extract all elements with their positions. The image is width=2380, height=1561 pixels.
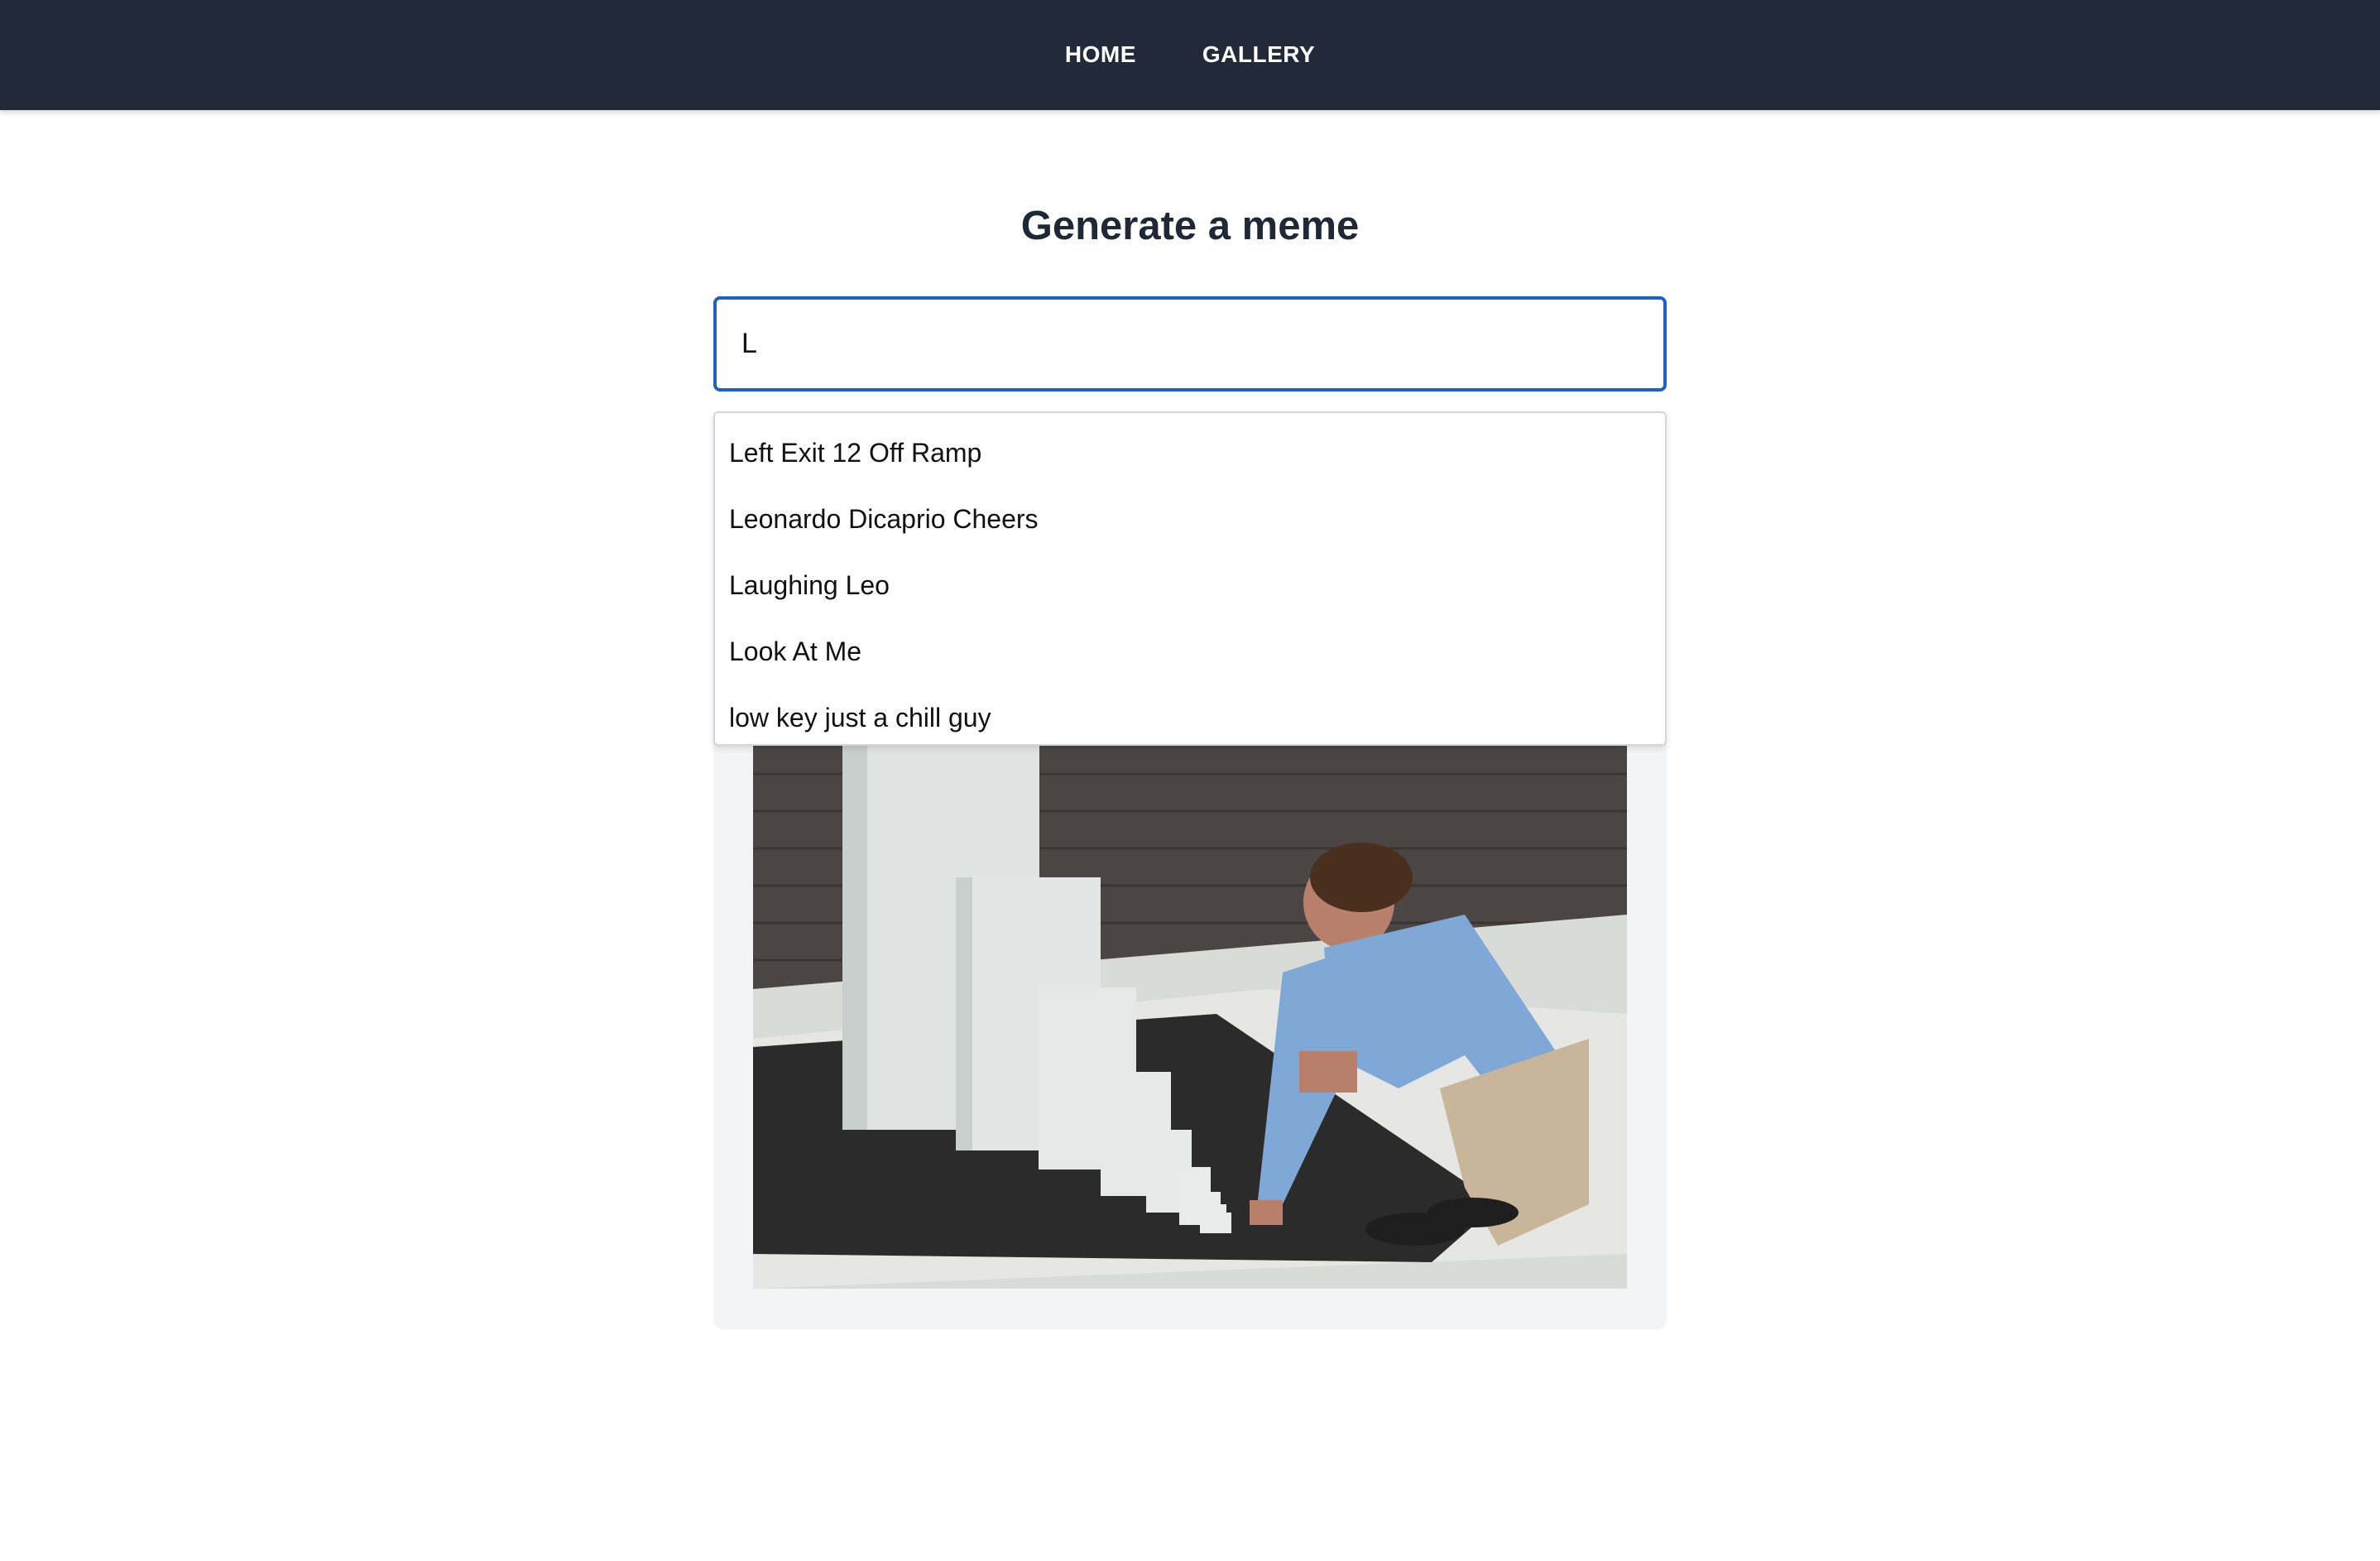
suggestion-item[interactable]: Left Exit 12 Off Ramp xyxy=(715,420,1665,486)
suggestion-item[interactable]: Look At Me xyxy=(715,618,1665,684)
nav-home-link[interactable]: HOME xyxy=(1065,41,1136,68)
suggestion-item[interactable]: low key just a chill guy xyxy=(715,684,1665,751)
meme-template-image xyxy=(753,741,1627,1289)
suggestion-item[interactable]: Leonardo Dicaprio Cheers xyxy=(715,486,1665,552)
top-navbar: HOME GALLERY xyxy=(0,0,2380,110)
autocomplete-dropdown: Left Exit 12 Off Ramp Leonardo Dicaprio … xyxy=(713,411,1667,746)
suggestion-item[interactable]: Laughing Leo xyxy=(715,552,1665,618)
domino-man-picture xyxy=(753,741,1627,1289)
page-title: Generate a meme xyxy=(1020,204,1360,248)
meme-search-input[interactable] xyxy=(741,328,1663,360)
nav-gallery-link[interactable]: GALLERY xyxy=(1202,41,1315,68)
meme-search-field[interactable] xyxy=(713,296,1667,391)
